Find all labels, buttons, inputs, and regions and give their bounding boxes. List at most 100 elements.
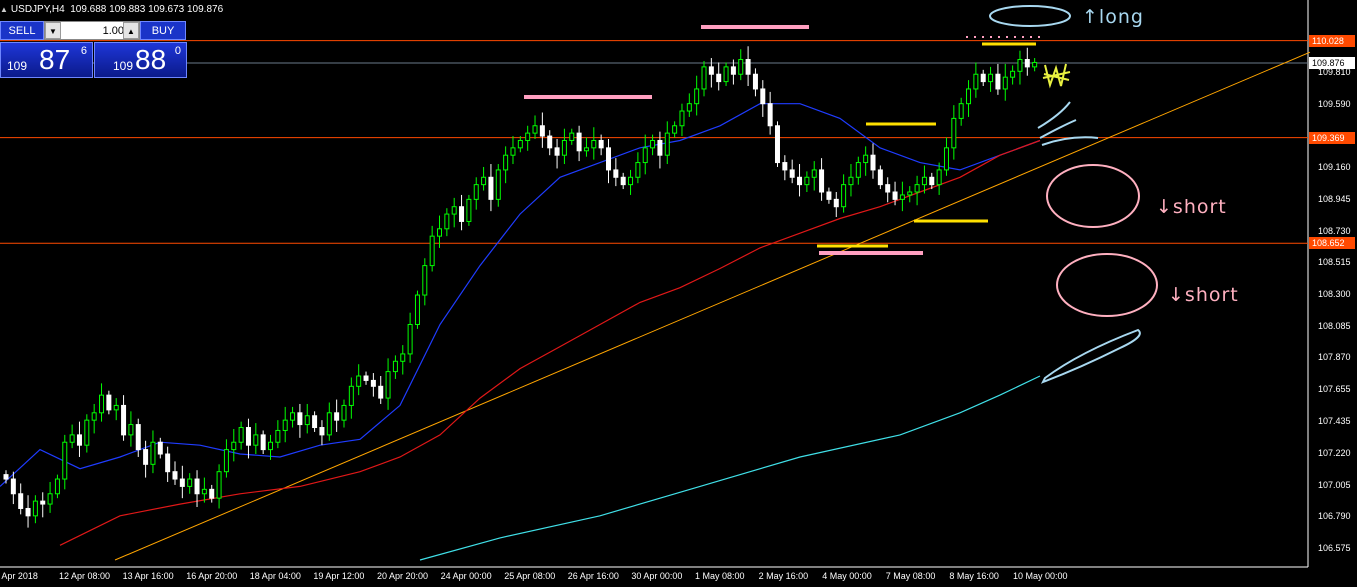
buy-button[interactable]: BUY [140,21,186,40]
price-axis-label: 107.655 [1318,383,1351,394]
price-axis-label: 107.870 [1318,352,1351,363]
bull-candle [341,404,347,421]
bull-candle [231,441,237,451]
buy-quote-sup: 0 [174,45,181,57]
bull-candle [348,385,354,406]
bear-candle [833,198,839,208]
bear-candle [165,453,171,473]
bull-candle [679,110,685,127]
bull-candle [914,184,920,193]
ohlc-values: 109.688 109.883 109.673 109.876 [70,4,224,15]
bull-candle [326,412,332,436]
time-axis-label: 16 Apr 20:00 [186,571,238,581]
bull-candle [422,265,428,296]
bear-candle [143,449,149,465]
bear-candle [598,139,604,149]
price-tag: 109.369 [1309,131,1355,144]
volume-up-icon[interactable]: ▲ [123,22,139,39]
volume-down-icon[interactable]: ▼ [45,22,61,39]
bear-candle [121,404,127,436]
bear-candle [106,394,112,411]
bull-candle [444,213,450,230]
bull-candle [988,73,994,83]
price-axis-label: 107.005 [1318,479,1351,490]
volume-input[interactable] [62,22,126,39]
bull-candle [532,125,538,134]
sell-quote-prefix: 109 [7,59,28,73]
bull-candle [628,176,634,186]
bull-candle [466,198,472,222]
bear-candle [547,135,553,149]
price-axis-label: 109.590 [1318,99,1351,110]
bull-candle [503,154,509,171]
time-axis-label: 20 Apr 20:00 [377,571,429,581]
time-axis-label: 26 Apr 16:00 [567,571,619,581]
bear-candle [892,191,898,200]
price-axis-label: 106.790 [1318,511,1351,522]
bull-candle [495,169,501,200]
bull-candle [268,441,274,451]
sell-button[interactable]: SELL [0,21,44,40]
bull-candle [201,488,207,495]
bear-candle [3,474,9,480]
bear-candle [135,424,141,451]
bull-candle [187,478,193,487]
time-axis-label: 1 May 08:00 [695,571,745,581]
bear-candle [370,379,376,387]
bear-candle [76,434,82,446]
bear-candle [319,427,325,436]
bear-candle [980,73,986,83]
chart-canvas[interactable] [0,0,1357,587]
bear-candle [18,493,24,509]
bull-candle [54,478,60,495]
bull-candle [62,441,68,480]
bear-candle [797,176,803,186]
time-axis-label: 30 Apr 00:00 [631,571,683,581]
bear-candle [605,147,611,171]
bear-candle [378,385,384,399]
short-note: ↓short [1168,284,1239,306]
sell-quote[interactable]: 109 87 6 [0,42,93,78]
bull-candle [591,139,597,149]
time-axis-label: 10 May 00:00 [1013,571,1068,581]
price-axis-label: 106.575 [1318,542,1351,553]
bull-candle [113,404,119,411]
bull-candle [855,162,861,178]
bear-candle [539,125,545,137]
bull-candle [32,500,38,517]
bear-candle [1024,59,1030,68]
bull-candle [238,427,244,443]
bull-candle [47,493,53,505]
bull-candle [128,424,134,436]
bear-candle [245,427,251,446]
bull-candle [694,88,700,105]
collapse-triangle-icon[interactable]: ▲ [0,5,8,14]
one-click-trading-panel: SELL ▼ ▲ BUY 109 87 6 109 88 0 [0,21,188,78]
bull-candle [921,176,927,186]
bull-candle [958,103,964,119]
bull-candle [686,103,692,112]
price-axis-label: 108.515 [1318,257,1351,268]
bear-candle [488,176,494,200]
bull-candle [1010,70,1016,78]
bull-candle [69,434,75,443]
bull-candle [951,117,957,149]
time-axis-label: 2 May 16:00 [758,571,809,581]
bull-candle [1002,76,1008,90]
bull-candle [738,59,744,75]
bear-candle [789,169,795,178]
bull-candle [356,375,362,387]
time-axis-label: 7 May 08:00 [885,571,936,581]
buy-quote[interactable]: 109 88 0 [94,42,187,78]
bull-candle [650,139,656,149]
bull-candle [91,412,97,421]
bull-candle [282,419,288,431]
bull-candle [943,147,949,171]
bull-candle [701,66,707,90]
bear-candle [25,507,31,517]
bear-candle [885,184,891,193]
bull-candle [481,176,487,186]
bear-candle [157,441,163,455]
bull-candle [583,147,589,152]
bull-candle [1017,59,1023,72]
